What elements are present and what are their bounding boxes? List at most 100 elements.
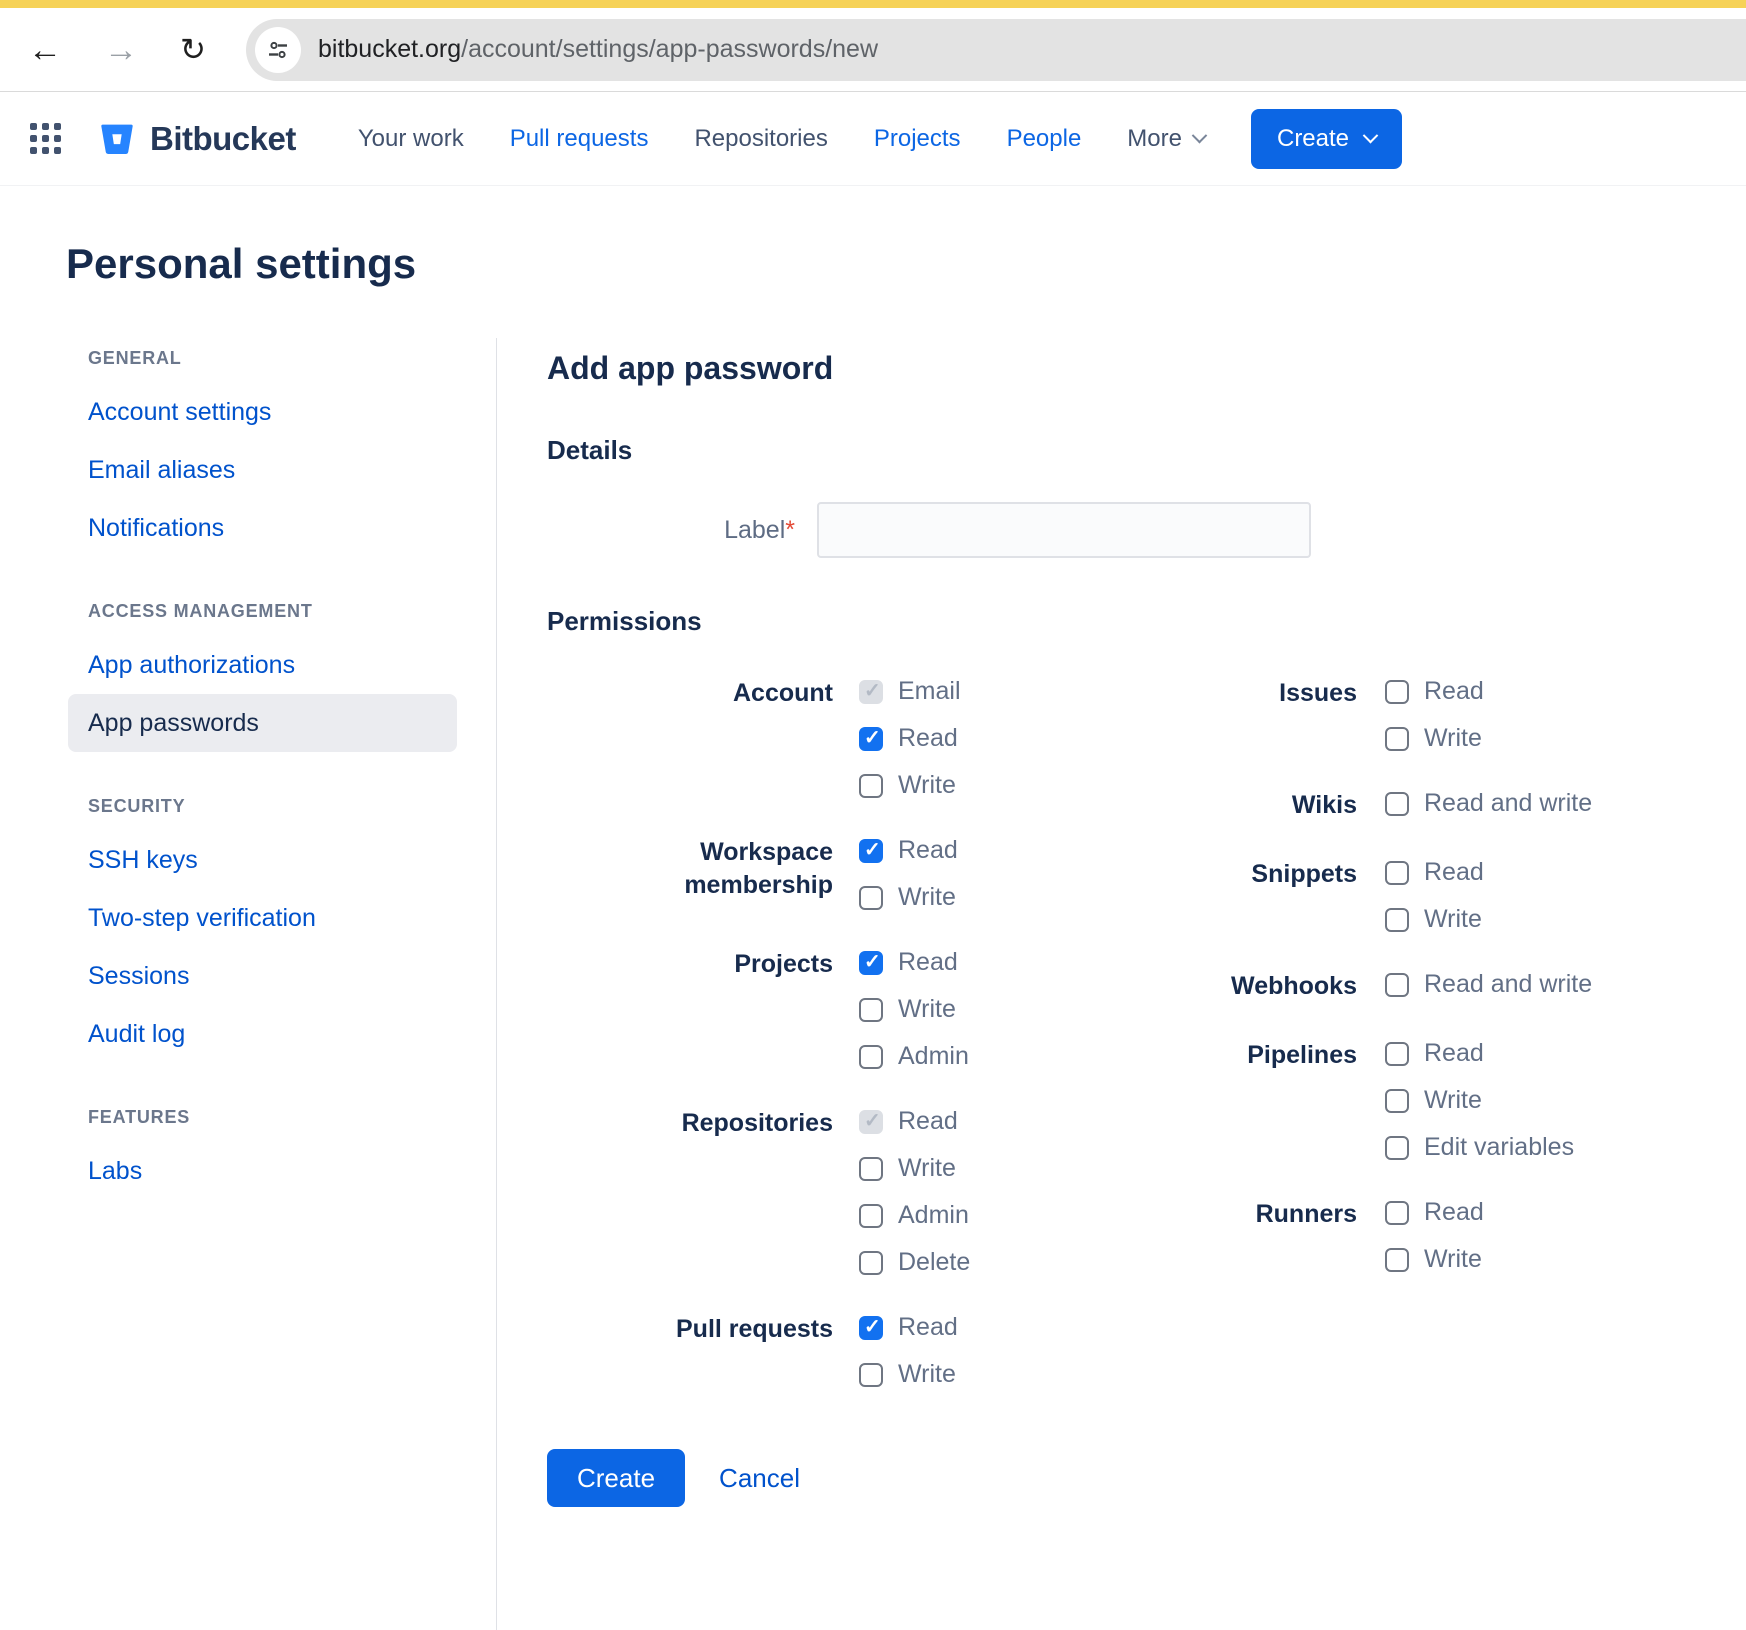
permission-group-label: Account xyxy=(547,677,859,710)
sidebar-item-audit-log[interactable]: Audit log xyxy=(68,1005,457,1063)
chevron-down-icon xyxy=(1192,128,1208,144)
permission-option-projects-admin[interactable]: Admin xyxy=(859,1042,969,1071)
sidebar-item-email-aliases[interactable]: Email aliases xyxy=(68,441,457,499)
checkbox-icon[interactable] xyxy=(859,1316,883,1340)
permission-option-webhooks-read-and-write[interactable]: Read and write xyxy=(1385,970,1592,999)
checkbox-icon[interactable] xyxy=(1385,973,1409,997)
permissions-left-column: Account Email Read Write xyxy=(547,677,1135,1425)
site-settings-icon[interactable] xyxy=(255,27,301,73)
nav-pull-requests[interactable]: Pull requests xyxy=(510,125,649,153)
app-navbar: Bitbucket Your work Pull requests Reposi… xyxy=(0,92,1746,186)
nav-people-label: People xyxy=(1007,125,1082,153)
checkbox-icon[interactable] xyxy=(1385,1201,1409,1225)
checkbox-icon[interactable] xyxy=(1385,680,1409,704)
checkbox-icon[interactable] xyxy=(1385,1089,1409,1113)
checkbox-icon xyxy=(859,680,883,704)
nav-repositories[interactable]: Repositories xyxy=(694,125,827,153)
permission-option-projects-write[interactable]: Write xyxy=(859,995,969,1024)
nav-more[interactable]: More xyxy=(1127,125,1205,153)
form-actions: Create Cancel xyxy=(547,1449,1746,1567)
permission-option-account-write[interactable]: Write xyxy=(859,771,961,800)
permission-option-account-email[interactable]: Email xyxy=(859,677,961,706)
checkbox-icon[interactable] xyxy=(859,886,883,910)
sidebar-item-labs[interactable]: Labs xyxy=(68,1142,457,1200)
permission-option-workspace-read[interactable]: Read xyxy=(859,836,958,865)
nav-projects[interactable]: Projects xyxy=(874,125,961,153)
permission-option-snippets-write[interactable]: Write xyxy=(1385,905,1484,934)
checkbox-icon[interactable] xyxy=(1385,1248,1409,1272)
checkbox-icon[interactable] xyxy=(859,1157,883,1181)
permission-group-issues: Issues Read Write xyxy=(1135,677,1746,753)
page-title: Personal settings xyxy=(66,240,1746,288)
permission-option-projects-read[interactable]: Read xyxy=(859,948,969,977)
label-field-label: Label* xyxy=(547,516,817,545)
permission-option-repositories-read[interactable]: Read xyxy=(859,1107,970,1136)
bitbucket-wordmark: Bitbucket xyxy=(150,120,296,158)
address-bar[interactable]: bitbucket.org/account/settings/app-passw… xyxy=(246,19,1746,81)
permission-option-label: Write xyxy=(1424,724,1482,753)
sidebar-item-two-step-verification[interactable]: Two-step verification xyxy=(68,889,457,947)
sidebar-item-app-authorizations[interactable]: App authorizations xyxy=(68,636,457,694)
permission-option-account-read[interactable]: Read xyxy=(859,724,961,753)
sidebar-item-sessions[interactable]: Sessions xyxy=(68,947,457,1005)
browser-back-icon[interactable]: ← xyxy=(28,33,62,67)
permission-group-snippets: Snippets Read Write xyxy=(1135,858,1746,934)
primary-nav: Your work Pull requests Repositories Pro… xyxy=(358,125,1205,153)
checkbox-icon[interactable] xyxy=(859,727,883,751)
permission-option-pull-requests-read[interactable]: Read xyxy=(859,1313,958,1342)
checkbox-icon[interactable] xyxy=(1385,792,1409,816)
chevron-down-icon xyxy=(1363,128,1379,144)
checkbox-icon[interactable] xyxy=(859,1045,883,1069)
permission-option-label: Admin xyxy=(898,1042,969,1071)
checkbox-icon[interactable] xyxy=(859,998,883,1022)
sidebar-item-notifications[interactable]: Notifications xyxy=(68,499,457,557)
checkbox-icon[interactable] xyxy=(1385,1042,1409,1066)
checkbox-icon[interactable] xyxy=(1385,1136,1409,1160)
nav-people[interactable]: People xyxy=(1007,125,1082,153)
checkbox-icon[interactable] xyxy=(1385,908,1409,932)
window-top-strip xyxy=(0,0,1746,8)
checkbox-icon[interactable] xyxy=(859,1363,883,1387)
permission-option-workspace-write[interactable]: Write xyxy=(859,883,958,912)
permission-group-label: Projects xyxy=(547,948,859,981)
permission-option-runners-write[interactable]: Write xyxy=(1385,1245,1484,1274)
permission-option-runners-read[interactable]: Read xyxy=(1385,1198,1484,1227)
sidebar-item-app-passwords[interactable]: App passwords xyxy=(68,694,457,752)
permission-option-issues-write[interactable]: Write xyxy=(1385,724,1484,753)
permission-option-repositories-write[interactable]: Write xyxy=(859,1154,970,1183)
label-input[interactable] xyxy=(817,502,1311,558)
browser-reload-icon[interactable]: ↻ xyxy=(180,34,206,65)
checkbox-icon[interactable] xyxy=(859,1251,883,1275)
permission-option-pipelines-write[interactable]: Write xyxy=(1385,1086,1574,1115)
checkbox-icon[interactable] xyxy=(859,1204,883,1228)
sidebar-item-ssh-keys[interactable]: SSH keys xyxy=(68,831,457,889)
create-button[interactable]: Create xyxy=(547,1449,685,1507)
browser-forward-icon[interactable]: → xyxy=(104,33,138,67)
permission-option-label: Write xyxy=(898,995,956,1024)
permission-group-label: Workspace membership xyxy=(547,836,859,902)
permission-option-issues-read[interactable]: Read xyxy=(1385,677,1484,706)
permission-option-label: Write xyxy=(1424,905,1482,934)
permission-option-pipelines-edit-variables[interactable]: Edit variables xyxy=(1385,1133,1574,1162)
checkbox-icon[interactable] xyxy=(859,951,883,975)
permission-option-wikis-read-and-write[interactable]: Read and write xyxy=(1385,789,1592,818)
sidebar-item-account-settings[interactable]: Account settings xyxy=(68,383,457,441)
create-menu-button[interactable]: Create xyxy=(1251,109,1402,169)
bitbucket-bucket-icon xyxy=(95,117,139,161)
permission-group-wikis: Wikis Read and write xyxy=(1135,789,1746,822)
permission-group-label: Issues xyxy=(1135,677,1385,710)
permission-option-repositories-delete[interactable]: Delete xyxy=(859,1248,970,1277)
checkbox-icon[interactable] xyxy=(1385,727,1409,751)
checkbox-icon[interactable] xyxy=(1385,861,1409,885)
nav-more-label: More xyxy=(1127,125,1182,153)
cancel-link[interactable]: Cancel xyxy=(719,1463,800,1494)
permission-option-pull-requests-write[interactable]: Write xyxy=(859,1360,958,1389)
bitbucket-logo[interactable]: Bitbucket xyxy=(95,117,296,161)
app-switcher-icon[interactable] xyxy=(30,123,61,154)
permission-option-repositories-admin[interactable]: Admin xyxy=(859,1201,970,1230)
checkbox-icon[interactable] xyxy=(859,774,883,798)
nav-your-work[interactable]: Your work xyxy=(358,125,464,153)
permission-option-pipelines-read[interactable]: Read xyxy=(1385,1039,1574,1068)
permission-option-snippets-read[interactable]: Read xyxy=(1385,858,1484,887)
checkbox-icon[interactable] xyxy=(859,839,883,863)
